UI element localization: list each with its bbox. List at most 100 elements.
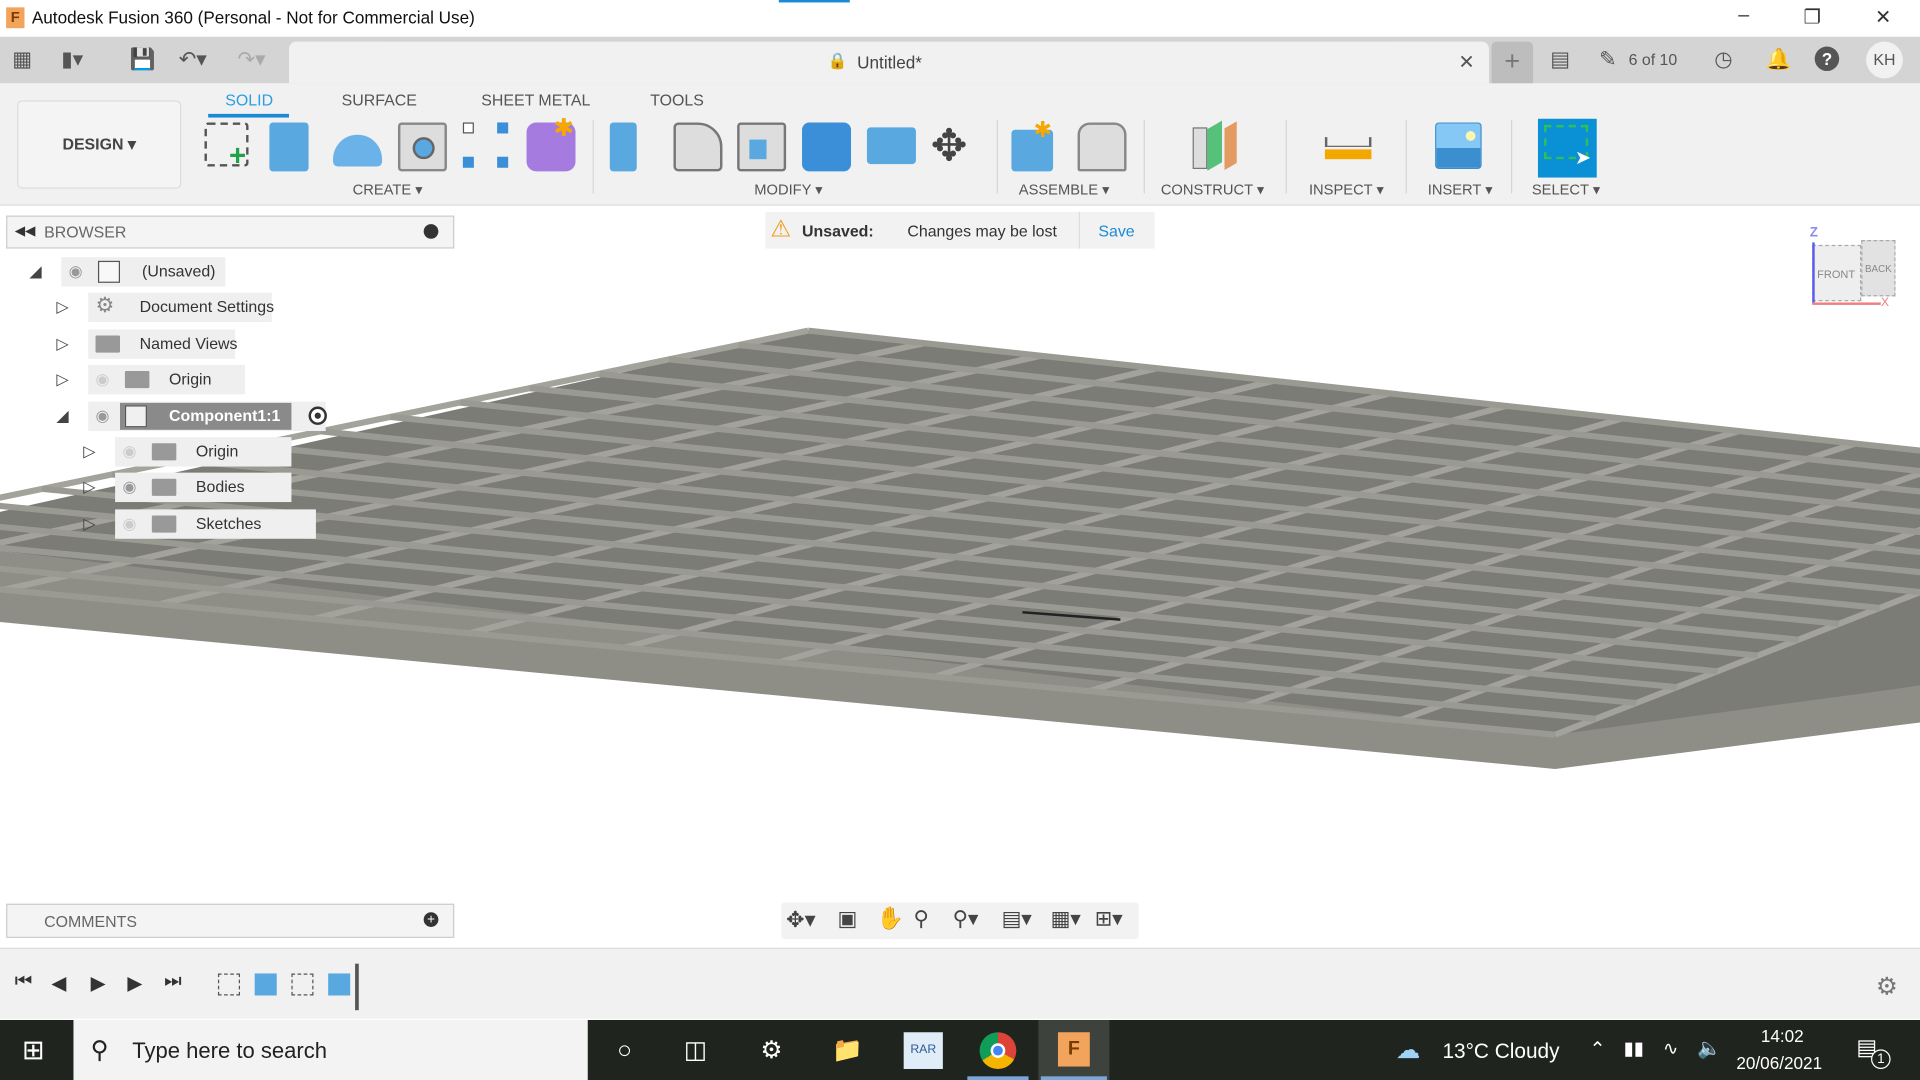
hole-icon[interactable] <box>397 122 447 172</box>
inspect-menu[interactable]: INSPECT ▾ <box>1309 181 1384 198</box>
orbit-icon[interactable]: ✥▾ <box>786 907 816 933</box>
visibility-off-icon[interactable]: ◉ <box>122 442 136 462</box>
step-back-icon[interactable]: ◀ <box>51 971 66 995</box>
viewcube[interactable]: FRONT BACK Z X <box>1795 225 1905 313</box>
save-icon[interactable]: 💾 <box>130 48 156 72</box>
create-form-icon[interactable]: ✱ <box>526 115 576 172</box>
measure-icon[interactable] <box>1324 137 1372 160</box>
activate-component-radio[interactable] <box>308 406 327 425</box>
show-hidden-icons[interactable]: ⌃ <box>1589 1037 1605 1061</box>
zoom-window-icon[interactable]: ⚲▾ <box>953 907 979 931</box>
canvas-viewport[interactable] <box>0 206 1920 904</box>
select-menu[interactable]: SELECT ▾ <box>1532 181 1600 198</box>
display-settings-icon[interactable]: ▤▾ <box>1002 907 1032 931</box>
expand-arrow-icon[interactable]: ▷ <box>83 442 95 462</box>
revolve-icon[interactable] <box>333 134 383 167</box>
move-icon[interactable]: ✥ <box>931 120 968 171</box>
insert-image-icon[interactable] <box>1435 122 1482 169</box>
taskbar-search[interactable]: ⚲ Type here to search <box>73 1020 588 1080</box>
restore-button[interactable]: ❐ <box>1788 5 1837 29</box>
fusion-taskbar-button[interactable]: F <box>1038 1020 1110 1080</box>
clock-time[interactable]: 14:02 <box>1761 1026 1804 1046</box>
timeline-extrude-icon[interactable] <box>328 973 351 996</box>
browser-options-icon[interactable] <box>423 224 439 239</box>
pan-icon[interactable]: ✋ <box>877 906 904 932</box>
viewcube-back-face[interactable]: BACK <box>1861 240 1896 297</box>
clock-icon[interactable]: ◷ <box>1714 48 1732 72</box>
combine-icon[interactable] <box>866 127 916 165</box>
new-component-icon[interactable]: ✱ <box>1011 118 1054 172</box>
select-icon[interactable]: ➤ <box>1537 118 1597 178</box>
visibility-eye-icon[interactable]: ◉ <box>122 478 136 498</box>
zoom-icon[interactable]: ⚲ <box>913 907 928 931</box>
new-tab-button[interactable]: + <box>1491 41 1534 84</box>
save-button[interactable]: Save <box>1098 222 1134 240</box>
go-to-end-icon[interactable]: ⏭ <box>164 971 182 993</box>
step-forward-icon[interactable]: ▶ <box>127 971 142 995</box>
offset-plane-icon[interactable] <box>1190 120 1239 171</box>
minimize-button[interactable]: – <box>1719 5 1768 27</box>
timeline-marker[interactable] <box>355 963 359 1011</box>
help-icon[interactable]: ? <box>1814 46 1840 72</box>
timeline-extrude-icon[interactable] <box>254 973 277 996</box>
timeline-sketch-icon[interactable] <box>291 973 314 996</box>
windows-start-icon[interactable]: ⊞ <box>22 1035 45 1067</box>
play-icon[interactable]: ▶ <box>91 971 106 995</box>
task-view-icon[interactable]: ◫ <box>676 1032 715 1069</box>
browser-node-row[interactable] <box>88 365 245 395</box>
shell-icon[interactable] <box>802 122 852 172</box>
timeline-settings-gear-icon[interactable]: ⚙ <box>1876 971 1898 1002</box>
chrome-icon[interactable] <box>979 1032 1017 1069</box>
expand-arrow-icon[interactable]: ▷ <box>83 514 95 534</box>
undo-icon[interactable]: ↶▾ <box>179 48 207 72</box>
press-pull-icon[interactable] <box>609 122 637 172</box>
collapse-arrow-icon[interactable]: ◢ <box>29 262 41 282</box>
insert-menu[interactable]: INSERT ▾ <box>1428 181 1493 198</box>
go-to-start-icon[interactable]: ⏮ <box>15 971 33 993</box>
file-menu-icon[interactable]: ▮▾ <box>61 48 83 72</box>
modify-menu[interactable]: MODIFY ▾ <box>754 181 822 198</box>
extrude-icon[interactable] <box>269 122 309 172</box>
clock-date[interactable]: 20/06/2021 <box>1736 1053 1822 1073</box>
create-sketch-icon[interactable]: + <box>204 122 249 173</box>
close-tab-icon[interactable]: ✕ <box>1458 50 1474 74</box>
create-menu[interactable]: CREATE ▾ <box>353 181 423 198</box>
notification-bell-icon[interactable]: 🔔 <box>1766 48 1792 72</box>
expand-arrow-icon[interactable]: ▷ <box>83 478 95 498</box>
visibility-eye-icon[interactable]: ◉ <box>96 406 110 426</box>
chamfer-icon[interactable] <box>737 122 787 172</box>
tab-sheet-metal[interactable]: SHEET METAL <box>481 91 590 109</box>
workspace-switcher[interactable]: DESIGN ▾ <box>17 100 182 189</box>
tab-solid[interactable]: SOLID <box>225 91 273 109</box>
weather-text[interactable]: 13°C Cloudy <box>1442 1040 1559 1064</box>
grid-settings-icon[interactable]: ▦▾ <box>1051 907 1081 931</box>
cortana-icon[interactable]: ○ <box>605 1032 644 1069</box>
timeline-sketch-icon[interactable] <box>217 973 241 996</box>
winrar-icon[interactable]: RAR <box>903 1032 943 1069</box>
fillet-icon[interactable] <box>673 122 723 172</box>
user-avatar[interactable]: KH <box>1866 41 1903 79</box>
add-comment-icon[interactable]: + <box>423 912 439 927</box>
comments-icon[interactable]: ▤ <box>1550 48 1570 72</box>
tab-surface[interactable]: SURFACE <box>342 91 417 109</box>
collapse-arrow-icon[interactable]: ◢ <box>56 406 68 426</box>
expand-arrow-icon[interactable]: ▷ <box>56 298 68 318</box>
close-window-button[interactable]: ✕ <box>1859 5 1908 29</box>
pattern-icon[interactable] <box>462 122 512 171</box>
joint-icon[interactable] <box>1077 122 1127 172</box>
job-status-icon[interactable]: ✎ <box>1599 48 1616 72</box>
settings-gear-icon[interactable]: ⚙ <box>752 1032 791 1069</box>
visibility-off-icon[interactable]: ◉ <box>96 370 110 390</box>
expand-arrow-icon[interactable]: ▷ <box>56 334 68 354</box>
document-tab[interactable]: 🔒 Untitled* ✕ <box>288 41 1489 84</box>
viewcube-front-face[interactable]: FRONT <box>1812 244 1862 302</box>
visibility-off-icon[interactable]: ◉ <box>122 514 136 534</box>
look-at-icon[interactable]: ▣ <box>838 907 858 931</box>
apps-grid-icon[interactable]: ▦ <box>12 48 32 72</box>
wifi-icon[interactable]: ∿ <box>1663 1037 1678 1059</box>
construct-menu[interactable]: CONSTRUCT ▾ <box>1161 181 1264 198</box>
assemble-menu[interactable]: ASSEMBLE ▾ <box>1019 181 1110 198</box>
expand-arrow-icon[interactable]: ▷ <box>56 370 68 390</box>
visibility-eye-icon[interactable]: ◉ <box>69 262 83 282</box>
redo-icon[interactable]: ↷▾ <box>238 48 266 72</box>
